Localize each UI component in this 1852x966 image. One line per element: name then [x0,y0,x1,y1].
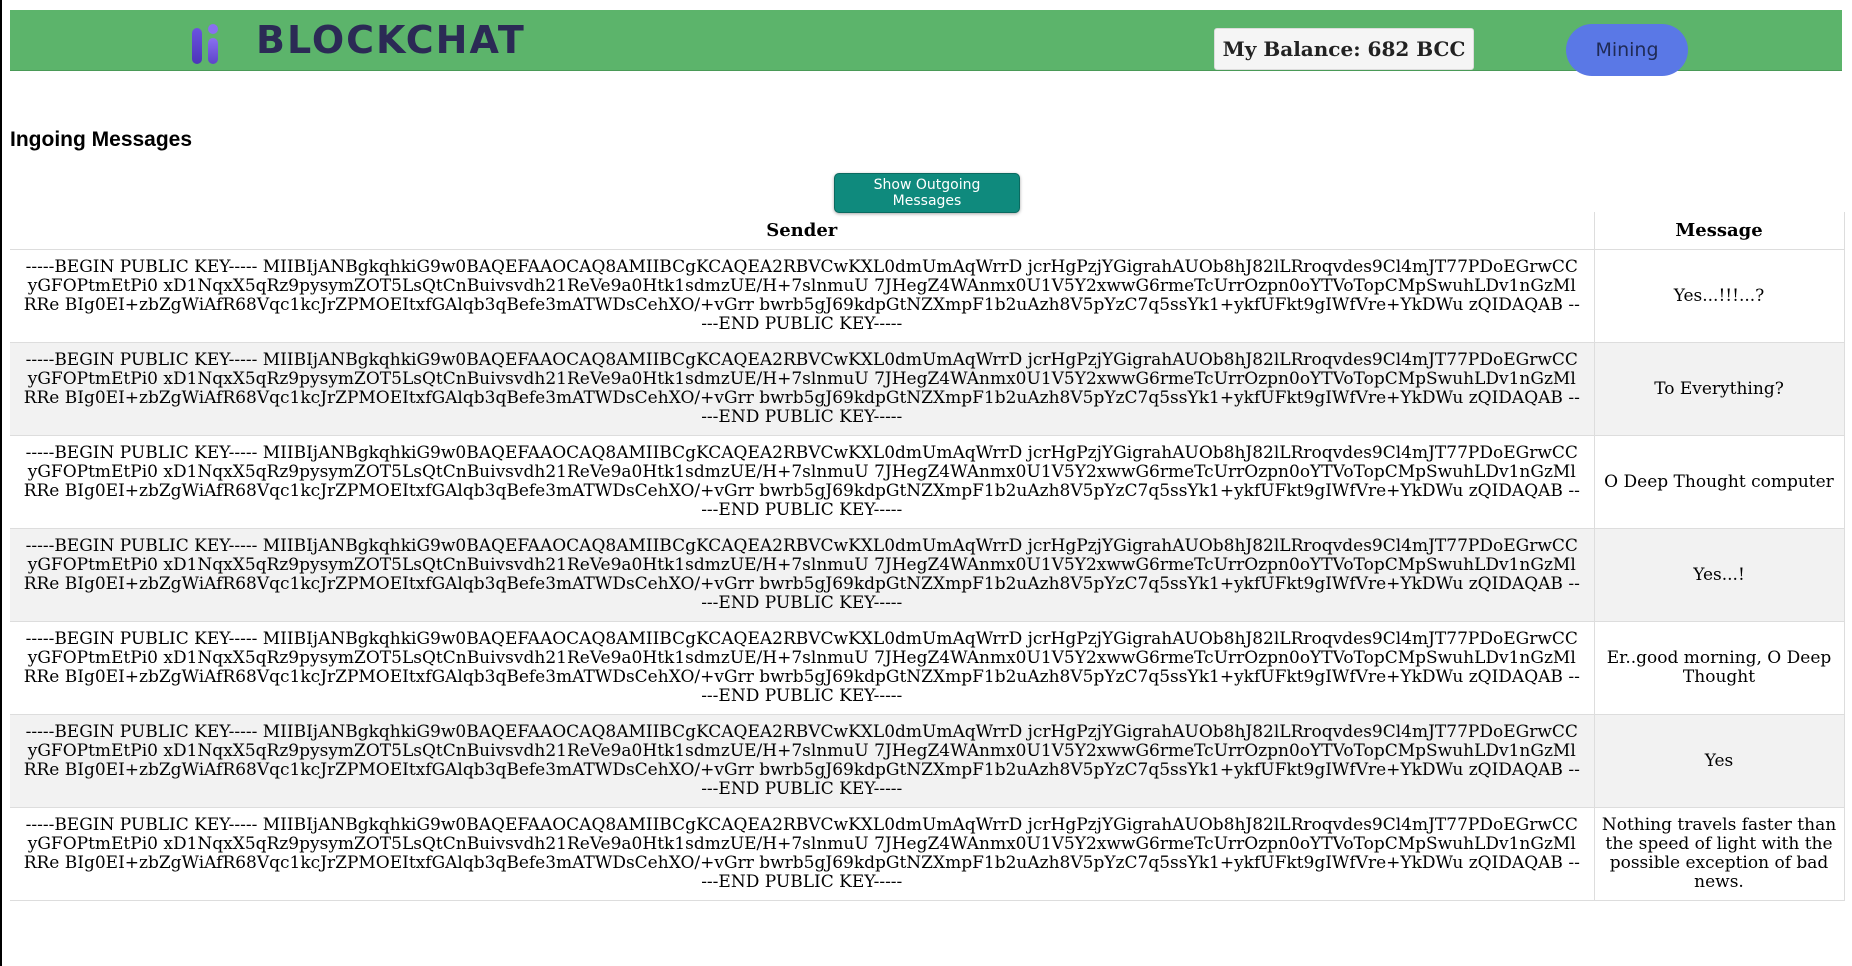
message-cell: Yes...! [1594,528,1845,622]
sender-cell: -----BEGIN PUBLIC KEY----- MIIBIjANBgkqh… [10,528,1595,622]
column-header-message: Message [1594,212,1845,250]
sender-public-key: -----BEGIN PUBLIC KEY----- MIIBIjANBgkqh… [23,443,1580,520]
table-row: -----BEGIN PUBLIC KEY----- MIIBIjANBgkqh… [10,807,1845,901]
sender-public-key: -----BEGIN PUBLIC KEY----- MIIBIjANBgkqh… [23,257,1580,334]
sender-cell: -----BEGIN PUBLIC KEY----- MIIBIjANBgkqh… [10,807,1595,901]
balance-display: My Balance: 682 BCC [1214,28,1474,70]
brand-logo[interactable]: BLOCKCHAT [182,18,526,64]
table-row: -----BEGIN PUBLIC KEY----- MIIBIjANBgkqh… [10,621,1845,715]
mining-button[interactable]: Mining [1566,24,1688,76]
message-cell: Yes [1594,714,1845,808]
brand-name: BLOCKCHAT [256,18,526,62]
sender-cell: -----BEGIN PUBLIC KEY----- MIIBIjANBgkqh… [10,342,1595,436]
message-cell: To Everything? [1594,342,1845,436]
table-header-row: Sender Message [10,212,1845,250]
window-left-edge [0,0,2,966]
sender-public-key: -----BEGIN PUBLIC KEY----- MIIBIjANBgkqh… [23,815,1580,892]
navbar: BLOCKCHAT My Balance: 682 BCC Mining [10,10,1842,76]
sender-public-key: -----BEGIN PUBLIC KEY----- MIIBIjANBgkqh… [23,722,1580,799]
sender-public-key: -----BEGIN PUBLIC KEY----- MIIBIjANBgkqh… [23,350,1580,427]
sender-public-key: -----BEGIN PUBLIC KEY----- MIIBIjANBgkqh… [23,629,1580,706]
message-cell: Yes...!!!...? [1594,249,1845,343]
table-row: -----BEGIN PUBLIC KEY----- MIIBIjANBgkqh… [10,714,1845,808]
messages-table: Sender Message -----BEGIN PUBLIC KEY----… [10,212,1845,901]
table-row: -----BEGIN PUBLIC KEY----- MIIBIjANBgkqh… [10,249,1845,343]
show-outgoing-messages-button[interactable]: Show Outgoing Messages [834,173,1020,213]
blockchat-logo-icon [182,18,228,64]
message-cell: O Deep Thought computer [1594,435,1845,529]
table-row: -----BEGIN PUBLIC KEY----- MIIBIjANBgkqh… [10,528,1845,622]
message-cell: Er..good morning, O Deep Thought [1594,621,1845,715]
sender-public-key: -----BEGIN PUBLIC KEY----- MIIBIjANBgkqh… [23,536,1580,613]
column-header-sender: Sender [10,212,1595,250]
sender-cell: -----BEGIN PUBLIC KEY----- MIIBIjANBgkqh… [10,435,1595,529]
sender-cell: -----BEGIN PUBLIC KEY----- MIIBIjANBgkqh… [10,714,1595,808]
page-title: Ingoing Messages [10,128,193,151]
sender-cell: -----BEGIN PUBLIC KEY----- MIIBIjANBgkqh… [10,621,1595,715]
sender-cell: -----BEGIN PUBLIC KEY----- MIIBIjANBgkqh… [10,249,1595,343]
message-cell: Nothing travels faster than the speed of… [1594,807,1845,901]
table-row: -----BEGIN PUBLIC KEY----- MIIBIjANBgkqh… [10,435,1845,529]
window-top-edge [0,0,1852,10]
table-row: -----BEGIN PUBLIC KEY----- MIIBIjANBgkqh… [10,342,1845,436]
